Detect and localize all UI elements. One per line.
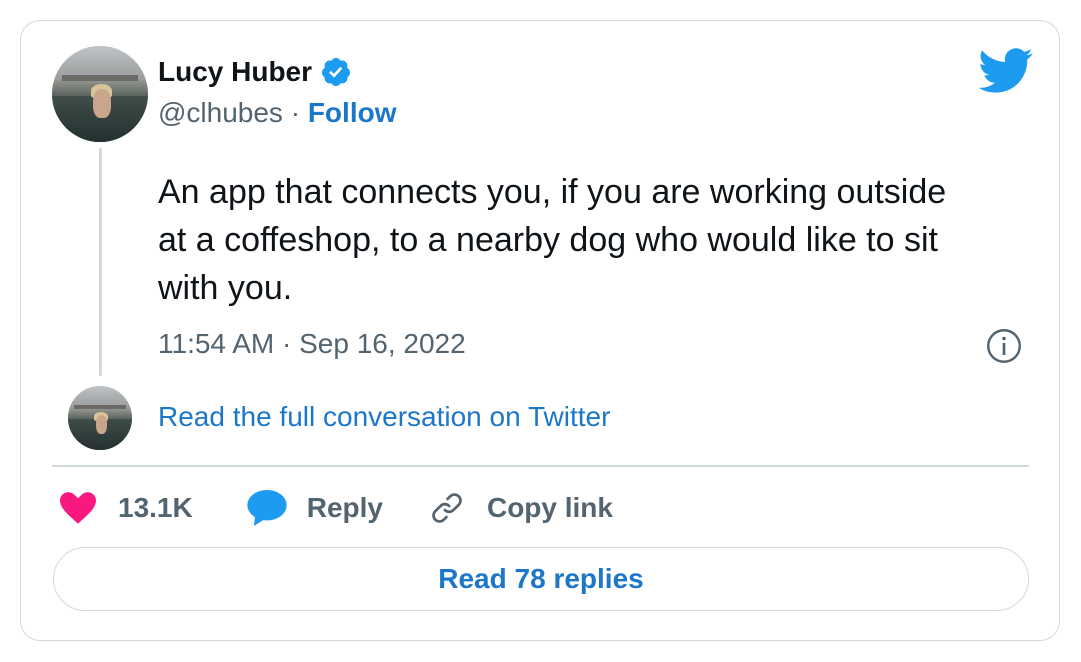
read-full-conversation-link[interactable]: Read the full conversation on Twitter bbox=[158, 401, 610, 433]
like-count: 13.1K bbox=[118, 492, 193, 523]
author-handle[interactable]: @clhubes bbox=[158, 97, 283, 128]
follow-link[interactable]: Follow bbox=[308, 97, 397, 128]
author-avatar[interactable] bbox=[52, 46, 148, 142]
reply-label: Reply bbox=[306, 492, 383, 523]
link-icon bbox=[432, 493, 462, 523]
tweet-actions: 13.1K Reply Copy link bbox=[60, 486, 613, 530]
handle-row: @clhubes · Follow bbox=[158, 97, 396, 129]
like-button[interactable]: 13.1K bbox=[60, 492, 193, 524]
reply-button[interactable]: Reply bbox=[247, 490, 383, 526]
tweet-text: An app that connects you, if you are wor… bbox=[158, 173, 947, 307]
thread-line bbox=[99, 148, 102, 376]
speech-bubble-icon bbox=[247, 490, 287, 526]
handle-separator: · bbox=[282, 97, 308, 128]
divider bbox=[52, 465, 1029, 467]
read-replies-label: Read 78 replies bbox=[438, 563, 644, 594]
conversation-avatar[interactable] bbox=[68, 386, 132, 450]
twitter-bird-icon[interactable] bbox=[978, 48, 1034, 94]
copy-link-button[interactable]: Copy link bbox=[429, 490, 613, 526]
author-name[interactable]: Lucy Huber bbox=[158, 56, 312, 88]
author-name-row[interactable]: Lucy Huber bbox=[158, 56, 352, 88]
verified-badge-icon bbox=[322, 58, 351, 86]
info-icon[interactable] bbox=[986, 328, 1022, 364]
tweet-timestamp[interactable]: 11:54 AM · Sep 16, 2022 bbox=[158, 328, 466, 360]
read-replies-button[interactable]: Read 78 replies bbox=[53, 547, 1029, 611]
heart-icon bbox=[60, 492, 96, 524]
copy-link-label: Copy link bbox=[486, 492, 613, 523]
